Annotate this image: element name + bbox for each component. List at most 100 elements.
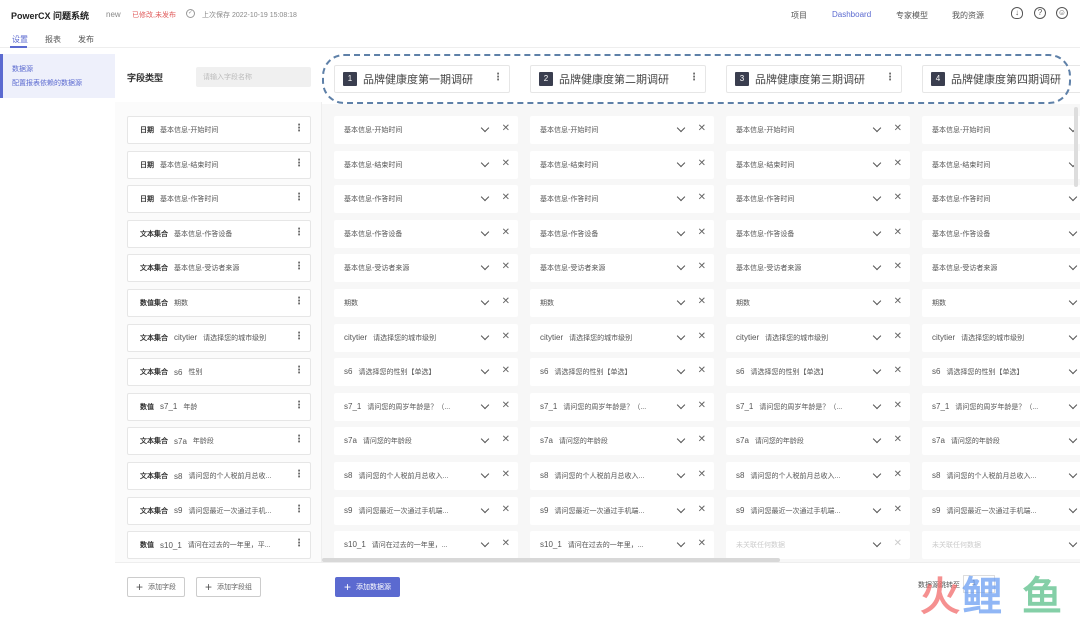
close-icon[interactable]: ✕ [894,400,902,412]
more-vertical-icon[interactable]: ⋮ [294,227,304,238]
close-icon[interactable]: ✕ [698,434,706,446]
close-icon[interactable]: ✕ [502,227,510,239]
cloud-download-icon[interactable]: ↓ [1011,7,1023,19]
close-icon[interactable]: ✕ [894,227,902,239]
chevron-down-icon[interactable] [872,227,882,237]
chevron-down-icon[interactable] [1068,331,1078,340]
help-icon[interactable]: ? [1034,7,1046,19]
chevron-down-icon[interactable] [872,331,882,340]
mapping-select[interactable]: s9 请问您最近一次通过手机端... ✕ [726,496,910,525]
mapping-select[interactable]: 基本信息-作答时间 ✕ [530,185,714,214]
chevron-down-icon[interactable] [872,435,882,444]
field-row[interactable]: 文本集合 s9 请问您最近一次通过手机... ⋮ [127,496,311,525]
close-icon[interactable]: ✕ [698,227,706,239]
close-icon[interactable]: ✕ [698,296,706,308]
more-vertical-icon[interactable]: ⋮ [493,73,503,83]
more-vertical-icon[interactable]: ⋮ [294,297,304,307]
close-icon[interactable]: ✕ [502,469,510,481]
chevron-down-icon[interactable] [1068,192,1078,202]
close-icon[interactable]: ✕ [502,365,510,377]
mapping-select[interactable]: s8请问您的个人税前月总收入...✕ [922,462,1080,490]
nav-my-resources[interactable]: 我的资源 [952,10,984,21]
mapping-select[interactable]: citytier请选择您的城市级别✕ [922,323,1080,352]
more-vertical-icon[interactable]: ⋮ [294,400,304,411]
field-row[interactable]: 文本集合 基本信息-作答设备 ⋮ [127,219,311,248]
chevron-down-icon[interactable] [872,192,882,202]
close-icon[interactable]: ✕ [698,123,706,135]
more-vertical-icon[interactable]: ⋮ [294,193,304,203]
field-row[interactable]: 数值 s10_1 请问在过去的一年里，平... ⋮ [127,531,311,560]
mapping-select[interactable]: s6 请选择您的性别【单选】 ✕ [530,358,714,387]
field-row[interactable]: 日期 基本信息-作答时间 ⋮ [127,185,311,214]
chevron-down-icon[interactable] [872,296,882,306]
chevron-down-icon[interactable] [480,365,490,375]
mapping-select[interactable]: s8请问您的个人税前月总收入...✕ [530,462,714,490]
mapping-select[interactable]: s7a请问您的年龄段✕ [922,427,1080,456]
mapping-select[interactable]: s6 请选择您的性别【单选】 ✕ [334,358,518,387]
sidebar-item-datasource[interactable]: 数据源 配置报表依赖的数据源 [0,54,115,98]
chevron-down-icon[interactable] [676,192,686,202]
close-icon[interactable]: ✕ [894,296,902,308]
mapping-select[interactable]: s7_1请问您的周岁年龄是？（...✕ [334,392,518,421]
mapping-select[interactable]: s7_1请问您的周岁年龄是？（...✕ [922,392,1080,421]
mapping-select[interactable]: 基本信息-开始时间 ✕ [726,116,910,144]
chevron-down-icon[interactable] [872,538,882,548]
chevron-down-icon[interactable] [872,262,882,271]
mapping-select[interactable]: 基本信息-结束时间 ✕ [334,150,518,179]
more-vertical-icon[interactable]: ⋮ [294,470,304,480]
chevron-down-icon[interactable] [676,296,686,306]
chevron-down-icon[interactable] [1068,504,1078,513]
chevron-down-icon[interactable] [676,227,686,237]
more-vertical-icon[interactable]: ⋮ [689,73,699,83]
chevron-down-icon[interactable] [872,469,882,479]
mapping-select[interactable]: 未关联任何数据✕ [922,531,1080,560]
close-icon[interactable]: ✕ [894,434,902,446]
close-icon[interactable]: ✕ [502,261,510,273]
more-vertical-icon[interactable]: ⋮ [294,158,304,169]
close-icon[interactable]: ✕ [698,158,706,170]
chevron-down-icon[interactable] [676,469,686,479]
mapping-select[interactable]: s9 请问您最近一次通过手机端... ✕ [530,496,714,525]
mapping-select[interactable]: s9 请问您最近一次通过手机端... ✕ [334,496,518,525]
close-icon[interactable]: ✕ [502,504,510,516]
mapping-select[interactable]: 基本信息-受访者来源 ✕ [726,254,910,283]
mapping-select[interactable]: s8请问您的个人税前月总收入...✕ [334,462,518,490]
chevron-down-icon[interactable] [480,331,490,340]
close-icon[interactable]: ✕ [502,123,510,135]
chevron-down-icon[interactable] [1068,538,1078,548]
add-field-button[interactable]: + 添加字段 [127,577,186,597]
mapping-select[interactable]: 基本信息-结束时间 ✕ [530,150,714,179]
close-icon[interactable]: ✕ [502,331,510,343]
chevron-down-icon[interactable] [676,400,686,410]
chevron-down-icon[interactable] [872,158,882,167]
close-icon[interactable]: ✕ [894,158,902,170]
field-row[interactable]: 日期 基本信息-开始时间 ⋮ [127,116,311,144]
datasource-column-header[interactable]: 2 品牌健康度第二期调研 ⋮ [530,65,706,93]
chevron-down-icon[interactable] [676,538,686,548]
close-icon[interactable]: ✕ [894,192,902,204]
field-row[interactable]: 数值 s7_1 年龄 ⋮ [127,392,311,421]
field-row[interactable]: 文本集合 s8 请问您的个人税前月总收... ⋮ [127,462,311,490]
more-vertical-icon[interactable]: ⋮ [294,539,304,549]
chevron-down-icon[interactable] [480,192,490,202]
chevron-down-icon[interactable] [676,365,686,375]
mapping-select[interactable]: 基本信息-作答时间 ✕ [334,185,518,214]
field-row[interactable]: 数值集合 期数 ⋮ [127,289,311,317]
field-row[interactable]: 日期 基本信息-结束时间 ⋮ [127,150,311,179]
close-icon[interactable]: ✕ [502,400,510,412]
chevron-down-icon[interactable] [676,262,686,271]
mapping-select[interactable]: 期数 ✕ [530,289,714,317]
mapping-select[interactable]: 未关联任何数据✕ [726,531,910,560]
chevron-down-icon[interactable] [676,331,686,340]
mapping-select[interactable]: s10_1 请问在过去的一年里，... ✕ [530,531,714,560]
close-icon[interactable]: ✕ [502,434,510,446]
close-icon[interactable]: ✕ [894,469,902,481]
mapping-select[interactable]: s7a请问您的年龄段✕ [530,427,714,456]
datasource-column-header[interactable]: 1 品牌健康度第一期调研 ⋮ [334,65,510,93]
mapping-select[interactable]: 基本信息-作答设备 ✕ [334,219,518,248]
chevron-down-icon[interactable] [1068,400,1078,410]
datasource-column-header[interactable]: 3 品牌健康度第三期调研 ⋮ [726,65,902,93]
close-icon[interactable]: ✕ [698,192,706,204]
chevron-down-icon[interactable] [676,504,686,513]
chevron-down-icon[interactable] [676,158,686,167]
